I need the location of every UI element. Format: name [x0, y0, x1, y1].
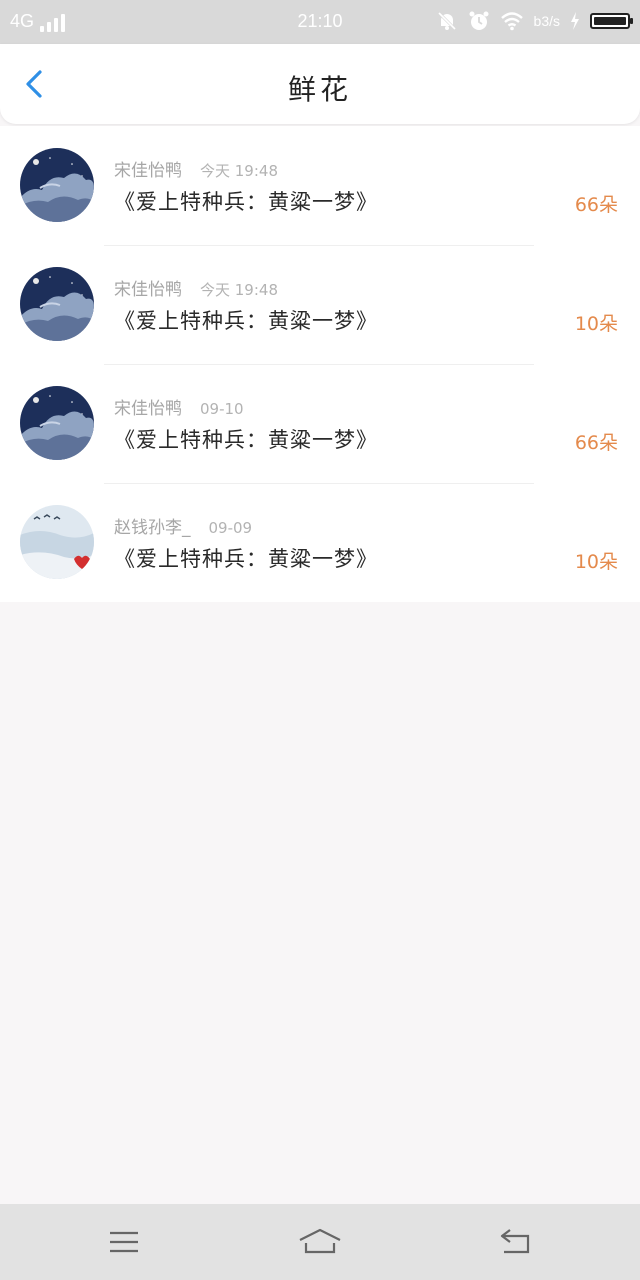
- book-title[interactable]: 《爱上特种兵：黄粱一梦》: [114, 186, 378, 216]
- alarm-icon: [469, 11, 489, 30]
- back-icon[interactable]: [496, 1226, 536, 1258]
- list-item[interactable]: 赵钱孙李_ 09-09 《爱上特种兵：黄粱一梦》 10朵: [0, 483, 640, 602]
- avatar[interactable]: [20, 386, 94, 460]
- sender-name: 宋佳怡鸭: [114, 280, 182, 300]
- sender-name: 宋佳怡鸭: [114, 161, 182, 181]
- record-date: 09-10: [200, 400, 244, 418]
- avatar-image: [20, 267, 94, 341]
- home-icon[interactable]: [298, 1226, 342, 1258]
- book-title[interactable]: 《爱上特种兵：黄粱一梦》: [114, 424, 378, 454]
- avatar[interactable]: [20, 267, 94, 341]
- record-meta: 宋佳怡鸭 今天 19:48: [114, 156, 278, 181]
- avatar[interactable]: [20, 505, 94, 579]
- status-bar: 4G 21:10 b3/s: [0, 0, 640, 44]
- battery-icon: [590, 13, 633, 29]
- header: 鲜花: [0, 44, 640, 124]
- wifi-icon: [500, 12, 523, 31]
- system-nav-bar: [0, 1204, 640, 1280]
- avatar[interactable]: [20, 148, 94, 222]
- page-title: 鲜花: [287, 73, 352, 106]
- book-title[interactable]: 《爱上特种兵：黄粱一梦》: [114, 305, 378, 335]
- record-meta: 宋佳怡鸭 今天 19:48: [114, 275, 278, 300]
- record-meta: 宋佳怡鸭 09-10: [114, 394, 244, 419]
- avatar-image: [20, 386, 94, 460]
- flower-count: 66朵: [574, 194, 618, 216]
- sender-name: 宋佳怡鸭: [114, 399, 182, 419]
- mute-icon: [437, 11, 456, 31]
- flower-record-list: 宋佳怡鸭 今天 19:48 《爱上特种兵：黄粱一梦》 66朵 宋佳怡鸭 今天 19:…: [0, 126, 640, 602]
- record-meta: 赵钱孙李_ 09-09: [114, 513, 252, 538]
- net-speed: b3/s: [533, 13, 560, 29]
- sender-name: 赵钱孙李_: [114, 518, 191, 538]
- charging-icon: [571, 12, 579, 30]
- record-date: 今天 19:48: [200, 162, 278, 180]
- flower-count: 10朵: [574, 551, 618, 573]
- record-date: 09-09: [208, 519, 253, 537]
- flower-count: 66朵: [574, 432, 618, 454]
- book-title[interactable]: 《爱上特种兵：黄粱一梦》: [114, 543, 378, 573]
- record-date: 今天 19:48: [200, 281, 278, 299]
- flower-count: 10朵: [574, 313, 618, 335]
- list-item[interactable]: 宋佳怡鸭 今天 19:48 《爱上特种兵：黄粱一梦》 10朵: [0, 245, 640, 364]
- menu-icon[interactable]: [104, 1226, 144, 1258]
- list-item[interactable]: 宋佳怡鸭 09-10 《爱上特种兵：黄粱一梦》 66朵: [0, 364, 640, 483]
- avatar-image: [20, 148, 94, 222]
- status-right: b3/s: [436, 10, 633, 32]
- avatar-image: [20, 505, 94, 579]
- list-item[interactable]: 宋佳怡鸭 今天 19:48 《爱上特种兵：黄粱一梦》 66朵: [0, 126, 640, 245]
